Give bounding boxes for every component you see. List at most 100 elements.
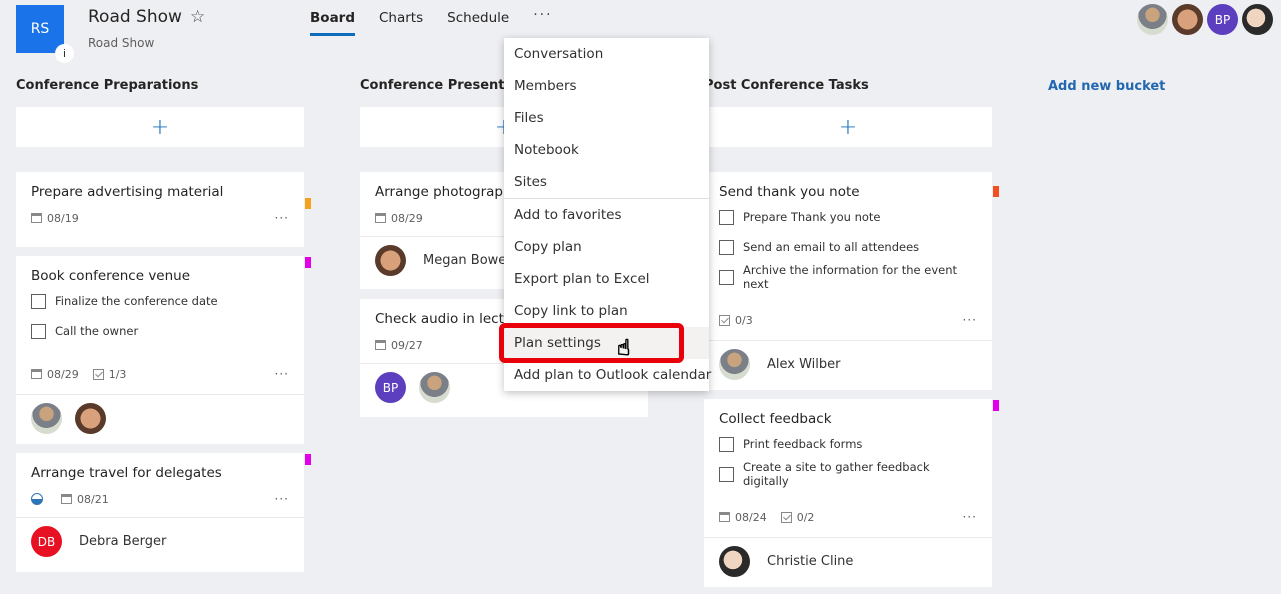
- checkbox[interactable]: [31, 323, 46, 339]
- assignee-avatar-alex-wilber[interactable]: [31, 403, 62, 434]
- member-avatar-megan-bowen[interactable]: [1172, 4, 1203, 35]
- more-icon[interactable]: ···: [275, 367, 289, 381]
- menu-item-members[interactable]: Members: [504, 70, 709, 102]
- task-meta: 08/19 ···: [31, 208, 289, 228]
- assignee-name: Debra Berger: [79, 534, 167, 549]
- member-avatar-christie-cline[interactable]: [1242, 4, 1273, 35]
- due-date: 08/29: [375, 212, 423, 225]
- more-icon[interactable]: ···: [963, 510, 977, 524]
- plan-group-name: Road Show: [88, 36, 155, 50]
- bucket-title[interactable]: Post Conference Tasks: [704, 78, 992, 98]
- task-card[interactable]: Collect feedback Print feedback forms Cr…: [704, 399, 999, 587]
- plan-title: Road Show ☆: [88, 7, 205, 27]
- checkbox[interactable]: [719, 436, 734, 452]
- checklist-item: Call the owner: [31, 316, 289, 346]
- checklist-progress-text: 0/3: [735, 313, 753, 327]
- checkbox[interactable]: [719, 239, 734, 255]
- due-date-text: 08/21: [77, 492, 109, 506]
- plan-more-menu: Conversation Members Files Notebook Site…: [504, 38, 711, 391]
- tab-charts[interactable]: Charts: [379, 10, 423, 36]
- assignee-avatar-bp[interactable]: BP: [375, 372, 406, 403]
- member-avatar-alex-wilber[interactable]: [1137, 4, 1168, 35]
- checklist-item: Finalize the conference date: [31, 286, 289, 316]
- task-card[interactable]: Arrange travel for delegates 08/21 ··· D…: [16, 453, 311, 572]
- checklist-progress: 1/3: [92, 367, 127, 381]
- checklist-icon: [780, 511, 792, 523]
- checkbox[interactable]: [719, 269, 734, 285]
- checklist-text: Archive the information for the event ne…: [743, 263, 957, 291]
- assignee-avatar-megan-bowen[interactable]: [75, 403, 106, 434]
- add-new-bucket-link[interactable]: Add new bucket: [1048, 79, 1165, 94]
- view-tabs: Board Charts Schedule ···: [310, 7, 553, 36]
- menu-item-conversation[interactable]: Conversation: [504, 38, 709, 70]
- checklist-text: Send an email to all attendees: [743, 240, 920, 254]
- menu-item-plan-settings[interactable]: Plan settings: [504, 327, 709, 359]
- due-date-text: 08/19: [47, 211, 79, 225]
- checklist-item: Print feedback forms: [719, 429, 977, 459]
- tab-board[interactable]: Board: [310, 10, 355, 36]
- checklist-icon: [92, 368, 104, 380]
- avatar-initials: BP: [382, 380, 399, 395]
- checklist-item: Prepare Thank you note: [719, 202, 977, 232]
- add-task-button[interactable]: +: [16, 107, 304, 147]
- checklist-text: Finalize the conference date: [55, 294, 218, 308]
- more-icon[interactable]: ···: [963, 313, 977, 327]
- tab-schedule[interactable]: Schedule: [447, 10, 509, 36]
- checkbox[interactable]: [719, 209, 734, 225]
- menu-item-add-to-favorites[interactable]: Add to favorites: [504, 199, 709, 231]
- checklist-item: Send an email to all attendees: [719, 232, 977, 262]
- assignee-avatar-alex-wilber[interactable]: [719, 349, 750, 380]
- due-date-text: 08/24: [735, 510, 767, 524]
- menu-item-add-plan-to-outlook-calendar[interactable]: Add plan to Outlook calendar: [504, 359, 711, 391]
- plan-title-text: Road Show: [88, 7, 182, 27]
- add-task-button[interactable]: +: [704, 107, 992, 147]
- more-options-icon[interactable]: ···: [533, 7, 552, 36]
- member-avatar-bp[interactable]: BP: [1207, 4, 1238, 35]
- menu-item-export-plan-to-excel[interactable]: Export plan to Excel: [504, 263, 709, 295]
- task-title: Send thank you note: [719, 184, 860, 200]
- menu-item-copy-link-to-plan[interactable]: Copy link to plan: [504, 295, 709, 327]
- task-card[interactable]: Prepare advertising material 08/19 ···: [16, 172, 311, 247]
- assignee-name: Christie Cline: [767, 554, 854, 569]
- info-icon[interactable]: i: [55, 44, 74, 63]
- calendar-icon: [61, 494, 72, 504]
- more-icon[interactable]: ···: [275, 211, 289, 225]
- menu-item-notebook[interactable]: Notebook: [504, 134, 709, 166]
- task-meta: 08/21 ···: [31, 489, 289, 509]
- task-card[interactable]: Send thank you note Prepare Thank you no…: [704, 172, 999, 390]
- more-icon[interactable]: ···: [275, 492, 289, 506]
- assignee-name: Megan Bowen: [423, 253, 515, 268]
- task-card[interactable]: Book conference venue Finalize the confe…: [16, 256, 311, 444]
- due-date-text: 08/29: [47, 367, 79, 381]
- calendar-icon: [375, 213, 386, 223]
- calendar-icon: [719, 512, 730, 522]
- checkbox[interactable]: [719, 466, 734, 482]
- due-date: 09/27: [375, 339, 423, 352]
- assignee-avatar-christie-cline[interactable]: [719, 546, 750, 577]
- checklist-progress-text: 1/3: [108, 367, 127, 381]
- checklist-progress: 0/2: [780, 510, 815, 524]
- bucket-conference-preparations: Conference Preparations +: [16, 78, 304, 147]
- assignees: DB Debra Berger: [16, 517, 304, 565]
- label-magenta: [305, 454, 311, 465]
- bucket-title[interactable]: Conference Preparations: [16, 78, 304, 98]
- checklist-progress-text: 0/2: [796, 510, 815, 524]
- assignee-avatar-debra-berger[interactable]: DB: [31, 526, 62, 557]
- assignee-avatar-megan-bowen[interactable]: [375, 245, 406, 276]
- checklist-text: Print feedback forms: [743, 437, 863, 451]
- task-title: Prepare advertising material: [31, 184, 224, 200]
- menu-item-files[interactable]: Files: [504, 102, 709, 134]
- task-meta: 08/29 1/3 ···: [31, 364, 289, 384]
- progress-in-progress-icon[interactable]: [31, 493, 43, 505]
- due-date: 08/21: [61, 493, 109, 506]
- assignee-avatar-alex-wilber[interactable]: [419, 372, 450, 403]
- star-icon[interactable]: ☆: [190, 7, 205, 27]
- plan-initials: RS: [30, 21, 50, 37]
- calendar-icon: [31, 213, 42, 223]
- task-title: Collect feedback: [719, 411, 832, 427]
- task-meta: 08/24 0/2 ···: [719, 507, 977, 527]
- menu-item-copy-plan[interactable]: Copy plan: [504, 231, 709, 263]
- label-red-orange: [993, 186, 999, 197]
- menu-item-sites[interactable]: Sites: [504, 166, 709, 198]
- checkbox[interactable]: [31, 293, 46, 309]
